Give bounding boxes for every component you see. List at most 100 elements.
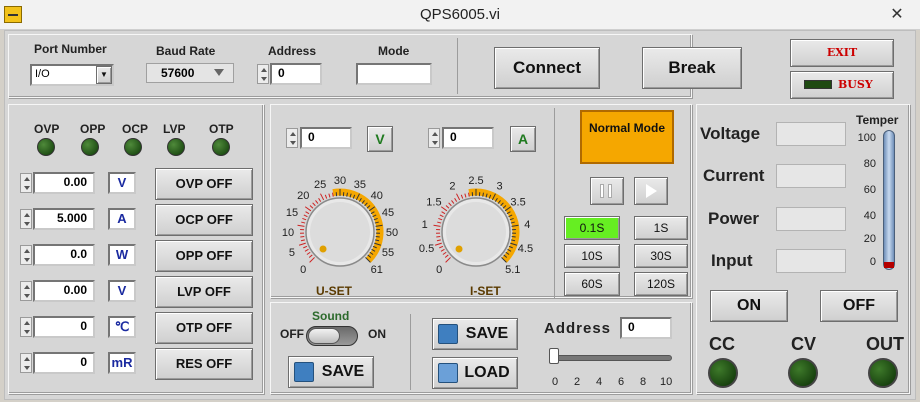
out-label: OUT (866, 334, 904, 354)
current-tick-label: 4.5 (518, 243, 533, 255)
pause-icon-bar (608, 184, 612, 198)
current-tick-mark (434, 242, 442, 246)
address-field[interactable]: 0 (270, 63, 322, 85)
voltage-set-field[interactable]: 0 (300, 127, 352, 149)
address-slider-field[interactable]: 0 (620, 317, 672, 339)
address-tick: 10 (660, 376, 673, 388)
voltage-tick-mark (375, 236, 380, 238)
power-label: Power (708, 209, 760, 228)
opp-stepper[interactable] (20, 245, 32, 265)
sound-toggle-thumb[interactable] (308, 328, 340, 344)
lvp-stepper[interactable] (20, 281, 32, 301)
current-tick-label: 0.5 (419, 243, 434, 255)
voltage-tick-label: 55 (382, 247, 394, 259)
pause-button[interactable] (590, 177, 624, 205)
address-slider-track[interactable] (552, 355, 672, 361)
lvp-value-field[interactable]: 0.00 (33, 280, 95, 302)
res-value-field[interactable]: 0 (33, 352, 95, 374)
voltage-tick-mark (302, 217, 307, 221)
exit-button[interactable]: EXIT (790, 39, 894, 67)
otp-stepper[interactable] (20, 317, 32, 337)
address-stepper[interactable] (257, 64, 269, 84)
voltage-tick-mark (332, 192, 334, 197)
timer-button-120s[interactable]: 120S (634, 272, 688, 296)
current-knob-dial[interactable]: 00.5 1 1.5 2 2.5 3 3.5 4 4.5 5.1 (418, 160, 558, 290)
save-disk-icon (438, 324, 458, 344)
address-slider-thumb[interactable] (549, 348, 559, 364)
voltage-tick-label: 40 (371, 190, 383, 202)
save-disk-icon (294, 362, 314, 382)
lvp-led-label: LVP (163, 122, 186, 136)
current-knob-inner[interactable] (446, 202, 506, 262)
address-slider-label: Address (544, 320, 612, 337)
chevron-down-icon[interactable]: ▼ (96, 66, 112, 84)
current-set-stepper[interactable] (428, 128, 440, 148)
voltage-tick-mark (312, 202, 316, 207)
pause-icon (600, 184, 604, 198)
ovp-unit: V (108, 172, 136, 194)
voltage-tick-label: 10 (282, 227, 294, 239)
output-off-button[interactable]: OFF (820, 290, 898, 322)
timer-button-60s[interactable]: 60S (564, 272, 620, 296)
current-unit-button[interactable]: A (510, 126, 536, 152)
close-button[interactable]: ✕ (874, 0, 920, 30)
voltage-knob-dial[interactable]: 05 10 15 20 25 30 35 40 45 50 55 61 (270, 160, 410, 290)
opp-unit: W (108, 244, 136, 266)
ovp-value-field[interactable]: 0.00 (33, 172, 95, 194)
normal-mode-button[interactable]: Normal Mode (580, 110, 674, 164)
current-tick-label: 1 (422, 219, 428, 231)
address-tick: 2 (574, 376, 581, 388)
current-tick-mark (437, 221, 442, 224)
otp-value-field[interactable]: 0 (33, 316, 95, 338)
voltage-tick-label: 20 (297, 190, 309, 202)
voltage-unit-button[interactable]: V (367, 126, 393, 152)
timer-button-0.1s[interactable]: 0.1S (564, 216, 620, 240)
current-tick-label: 1.5 (426, 196, 441, 208)
otp-off-button[interactable]: OTP OFF (155, 312, 253, 344)
voltage-tick-label: 45 (382, 207, 394, 219)
play-icon (646, 184, 657, 198)
current-tick-mark (438, 217, 443, 221)
timer-button-10s[interactable]: 10S (564, 244, 620, 268)
voltage-tick-mark (318, 197, 322, 202)
opp-led-label: OPP (80, 122, 106, 136)
temperature-thermometer (883, 130, 895, 270)
current-tick-mark (448, 202, 452, 207)
timer-button-1s[interactable]: 1S (634, 216, 688, 240)
output-on-button[interactable]: ON (710, 290, 788, 322)
opp-value-field[interactable]: 0.0 (33, 244, 95, 266)
voltage-label: Voltage (700, 124, 761, 143)
ocp-off-button[interactable]: OCP OFF (155, 204, 253, 236)
mode-field (356, 63, 432, 85)
voltage-tick-mark (303, 245, 308, 249)
res-unit: mR (108, 352, 136, 374)
res-off-button[interactable]: RES OFF (155, 348, 253, 380)
otp-unit: ℃ (108, 316, 136, 338)
lvp-off-button[interactable]: LVP OFF (155, 276, 253, 308)
sound-on-label: ON (368, 327, 386, 341)
ovp-stepper[interactable] (20, 173, 32, 193)
current-tick-mark (442, 251, 447, 255)
voltage-tick-mark (303, 214, 308, 218)
ovp-off-button[interactable]: OVP OFF (155, 168, 253, 200)
voltage-knob-inner[interactable] (310, 202, 370, 262)
current-set-field[interactable]: 0 (442, 127, 494, 149)
break-button[interactable]: Break (642, 47, 742, 89)
voltage-tick-mark (315, 200, 319, 204)
voltage-tick-mark (328, 193, 331, 198)
voltage-tick-label: 5 (289, 247, 295, 259)
busy-led (804, 80, 832, 89)
opp-off-button[interactable]: OPP OFF (155, 240, 253, 272)
u-set-label: U-SET (316, 284, 352, 298)
voltage-tick-label: 50 (386, 227, 398, 239)
connect-button[interactable]: Connect (494, 47, 600, 89)
voltage-set-stepper[interactable] (286, 128, 298, 148)
cc-led (708, 358, 738, 388)
ocp-stepper[interactable] (20, 209, 32, 229)
voltage-tick-mark (320, 193, 325, 201)
res-stepper[interactable] (20, 353, 32, 373)
sound-label: Sound (312, 309, 350, 323)
ocp-value-field[interactable]: 5.000 (33, 208, 95, 230)
timer-button-30s[interactable]: 30S (634, 244, 688, 268)
voltage-tick-mark (305, 211, 310, 215)
